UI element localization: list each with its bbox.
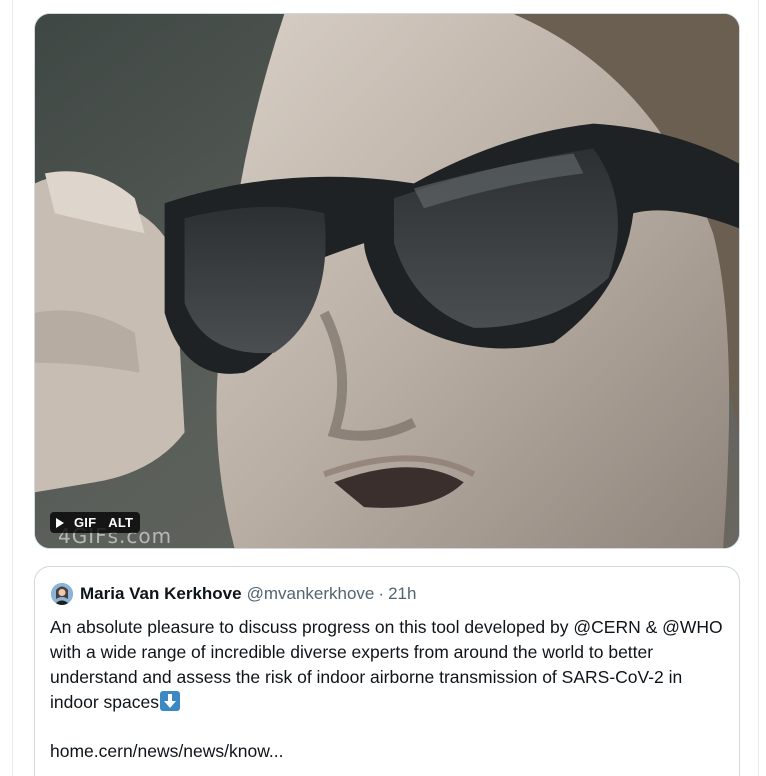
quote-text: An absolute pleasure to discuss progress… <box>50 615 730 715</box>
down-arrow-emoji-icon <box>159 691 180 711</box>
quoted-tweet[interactable]: Maria Van Kerkhove @mvankerkhove · 21h A… <box>34 566 740 776</box>
quote-text-body: An absolute pleasure to discuss progress… <box>50 617 723 712</box>
play-icon[interactable] <box>56 517 64 528</box>
timestamp[interactable]: 21h <box>388 584 416 604</box>
quote-header: Maria Van Kerkhove @mvankerkhove · 21h <box>51 583 416 605</box>
gif-media[interactable] <box>34 13 740 549</box>
gif-badge: GIF <box>74 515 97 530</box>
gif-badges: GIF ALT <box>50 512 141 533</box>
avatar[interactable] <box>51 583 73 605</box>
timeline-right-border <box>758 0 759 776</box>
alt-badge[interactable]: ALT <box>108 515 133 530</box>
author-handle[interactable]: @mvankerkhove <box>247 584 375 604</box>
link-preview[interactable]: home.cern/news/news/know... <box>50 741 283 762</box>
author-name[interactable]: Maria Van Kerkhove <box>80 584 242 604</box>
timeline-left-border <box>12 0 13 776</box>
gif-frame-image <box>35 14 739 548</box>
avatar-image <box>51 583 73 605</box>
separator-dot: · <box>378 584 385 603</box>
tweet-page: 4GIFs.com GIF ALT Maria Van Kerkhove @mv… <box>0 0 766 776</box>
